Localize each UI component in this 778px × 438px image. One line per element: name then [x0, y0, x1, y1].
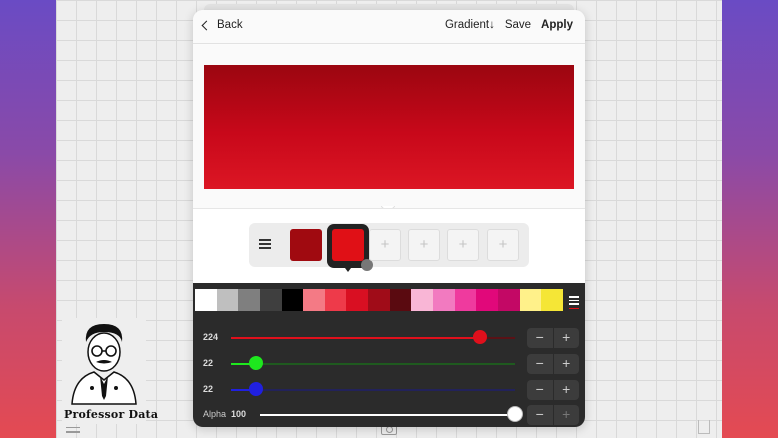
add-stop-button[interactable]: +: [408, 229, 440, 261]
alpha-increment-button[interactable]: +: [554, 405, 580, 425]
logo-name: Professor Data: [64, 408, 159, 421]
add-stop-button[interactable]: +: [369, 229, 401, 261]
green-slider-knob[interactable]: [248, 356, 263, 370]
save-button[interactable]: Save: [505, 19, 531, 31]
menu-icon[interactable]: [66, 422, 80, 436]
alpha-value: 100: [231, 409, 247, 419]
gradient-mode-button[interactable]: Gradient↓: [445, 19, 495, 31]
gradient-preview: [204, 65, 574, 189]
gradient-editor-panel: Back Gradient↓ Save Apply + + + + 224 − …: [193, 10, 585, 427]
back-button[interactable]: Back: [201, 19, 243, 31]
gradient-stops-area: + + + +: [193, 208, 585, 283]
palette-swatch[interactable]: [368, 289, 390, 311]
alpha-stepper: − +: [527, 405, 579, 425]
color-palette: [195, 289, 563, 311]
alpha-slider-track[interactable]: [260, 414, 515, 416]
back-label: Back: [217, 19, 243, 31]
blue-slider-knob[interactable]: [248, 382, 263, 396]
palette-swatch[interactable]: [303, 289, 325, 311]
alpha-decrement-button[interactable]: −: [527, 405, 553, 425]
stops-menu-icon[interactable]: [259, 239, 271, 251]
preview-area: [193, 45, 585, 208]
green-increment-button[interactable]: +: [554, 354, 580, 374]
green-stepper: − +: [527, 354, 579, 374]
green-slider-row: 22 − +: [193, 351, 585, 377]
red-stepper: − +: [527, 328, 579, 348]
add-stop-button[interactable]: +: [487, 229, 519, 261]
blue-slider-row: 22 − +: [193, 377, 585, 403]
palette-swatch[interactable]: [238, 289, 260, 311]
share-icon[interactable]: [698, 420, 710, 434]
palette-menu-icon[interactable]: [569, 296, 579, 311]
blue-stepper: − +: [527, 380, 579, 400]
red-increment-button[interactable]: +: [554, 328, 580, 348]
alpha-label: Alpha: [203, 409, 227, 419]
blue-increment-button[interactable]: +: [554, 380, 580, 400]
red-decrement-button[interactable]: −: [527, 328, 553, 348]
color-controls: 224 − + 22 − + 22 − + Alpha 100 − +: [193, 283, 585, 427]
apply-button[interactable]: Apply: [541, 19, 573, 31]
palette-swatch[interactable]: [541, 289, 563, 311]
palette-swatch[interactable]: [346, 289, 369, 311]
red-slider-row: 224 − +: [193, 325, 585, 351]
blue-value: 22: [203, 384, 214, 394]
red-value: 224: [203, 332, 219, 342]
palette-swatch[interactable]: [454, 289, 477, 311]
add-stop-button[interactable]: +: [447, 229, 479, 261]
palette-swatch[interactable]: [195, 289, 217, 311]
green-value: 22: [203, 358, 214, 368]
palette-swatch[interactable]: [389, 289, 412, 311]
red-slider-track[interactable]: [231, 337, 515, 339]
gradient-stops-bar: + + + +: [249, 223, 529, 272]
alpha-slider-row: Alpha 100 − +: [193, 402, 585, 427]
palette-swatch[interactable]: [433, 289, 455, 311]
panel-header: Back Gradient↓ Save Apply: [193, 10, 585, 44]
gradient-stop-1[interactable]: [290, 229, 322, 261]
red-slider-knob[interactable]: [473, 330, 488, 344]
green-slider-track[interactable]: [231, 363, 515, 365]
palette-swatch[interactable]: [411, 289, 434, 311]
palette-swatch[interactable]: [216, 289, 239, 311]
palette-swatch[interactable]: [519, 289, 542, 311]
blue-decrement-button[interactable]: −: [527, 380, 553, 400]
alpha-slider-knob[interactable]: [508, 407, 522, 421]
palette-swatch[interactable]: [259, 289, 282, 311]
chevron-left-icon: [201, 20, 212, 30]
blue-slider-track[interactable]: [231, 389, 515, 391]
green-decrement-button[interactable]: −: [527, 354, 553, 374]
palette-swatch[interactable]: [324, 289, 347, 311]
palette-swatch[interactable]: [497, 289, 520, 311]
palette-swatch[interactable]: [281, 289, 304, 311]
palette-swatch[interactable]: [476, 289, 498, 311]
